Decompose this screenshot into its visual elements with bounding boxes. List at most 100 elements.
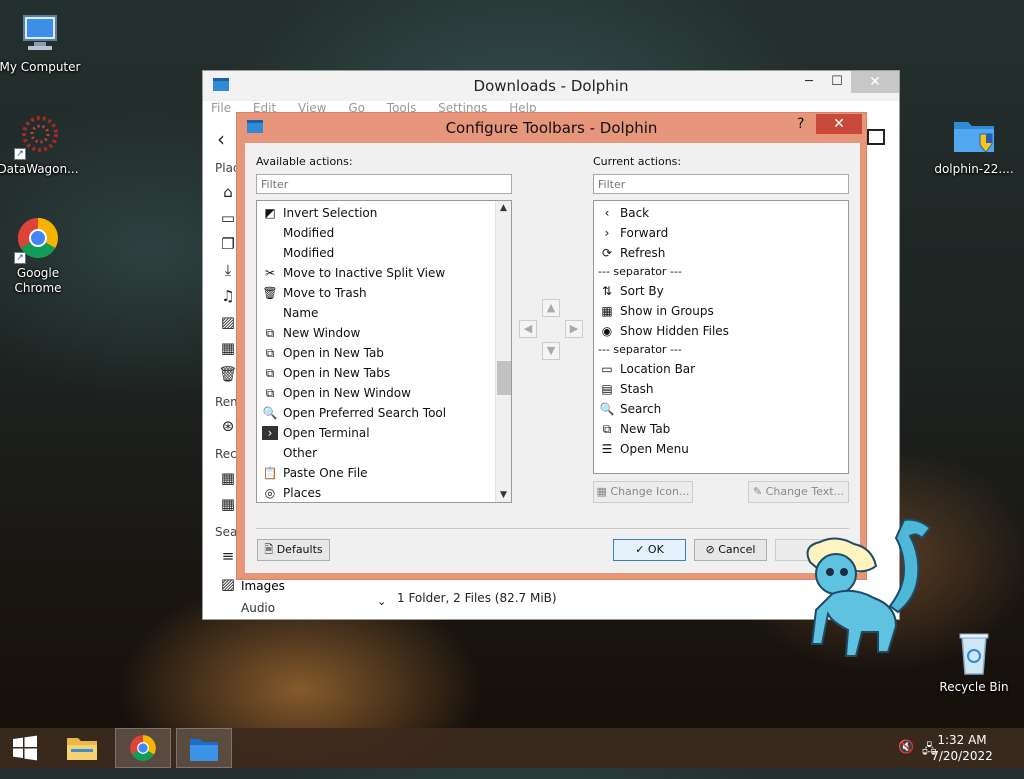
- action-label: --- separator ---: [598, 265, 682, 278]
- action-label: Open in New Tabs: [283, 366, 391, 380]
- available-action-item[interactable]: Other: [257, 443, 511, 463]
- taskbar-dolphin[interactable]: [176, 728, 232, 768]
- status-dropdown-icon[interactable]: ⌄: [377, 595, 386, 608]
- shortcut-arrow-icon: ↗: [14, 148, 26, 160]
- places-item-images[interactable]: Images: [241, 579, 285, 593]
- available-action-item[interactable]: › Open Terminal: [257, 423, 511, 443]
- action-label: Open in New Tab: [283, 346, 384, 360]
- current-action-item[interactable]: ◉ Show Hidden Files: [594, 321, 848, 341]
- cancel-button[interactable]: ⊘ Cancel: [694, 539, 767, 561]
- scroll-up-icon[interactable]: ▲: [496, 201, 511, 215]
- action-label: Open Preferred Search Tool: [283, 406, 447, 420]
- desktop-pet-sprite[interactable]: [792, 514, 942, 664]
- defaults-button[interactable]: 🗎 Defaults: [257, 539, 330, 561]
- available-action-item[interactable]: Modified: [257, 223, 511, 243]
- available-action-item[interactable]: ✂ Move to Inactive Split View: [257, 263, 511, 283]
- new-tab-icon: ⧉: [265, 366, 275, 380]
- datawagon-icon: ↗: [14, 112, 62, 160]
- available-actions-list[interactable]: ◩ Invert Selection Modified Modified ✂ Move t…: [256, 200, 512, 503]
- available-action-item[interactable]: ⧉ Open in New Tabs: [257, 363, 511, 383]
- recycle-bin-icon: [950, 630, 998, 678]
- desktop-icon-recycle-bin[interactable]: Recycle Bin: [932, 630, 1016, 695]
- help-button[interactable]: ?: [797, 116, 804, 132]
- available-action-item[interactable]: 📋 Paste One File: [257, 463, 511, 483]
- available-action-item[interactable]: ◎ Places: [257, 483, 511, 502]
- available-action-item[interactable]: Name: [257, 303, 511, 323]
- current-action-item[interactable]: › Forward: [594, 223, 848, 243]
- change-icon-button[interactable]: ▦ Change Icon...: [593, 481, 693, 503]
- current-filter-input[interactable]: [593, 174, 849, 194]
- action-label: Modified: [283, 246, 335, 260]
- available-action-item[interactable]: ⧉ Open in New Window: [257, 383, 511, 403]
- available-action-item[interactable]: 🗑 Move to Trash: [257, 283, 511, 303]
- scroll-down-icon[interactable]: ▼: [496, 488, 511, 502]
- dolphin-titlebar[interactable]: Downloads - Dolphin ─ ☐ ✕: [203, 71, 899, 101]
- pencil-icon: ✎: [752, 485, 763, 498]
- available-action-item[interactable]: ◩ Invert Selection: [257, 203, 511, 223]
- current-action-item[interactable]: ⇅ Sort By: [594, 281, 848, 301]
- current-action-item[interactable]: ☰ Open Menu: [594, 439, 848, 459]
- available-scrollbar[interactable]: ▲ ▼: [495, 201, 511, 502]
- separator-item[interactable]: --- separator ---: [594, 263, 848, 281]
- hamburger-menu-icon: ☰: [601, 442, 613, 456]
- available-action-item[interactable]: ⧉ Open in New Tab: [257, 343, 511, 363]
- places-item-audio[interactable]: Audio: [241, 601, 275, 615]
- taskbar-file-explorer[interactable]: [54, 728, 110, 768]
- compass-icon: ◎: [264, 486, 276, 500]
- dialog-close-button[interactable]: ✕: [816, 114, 862, 134]
- separator-item[interactable]: --- separator ---: [594, 341, 848, 359]
- current-actions-list[interactable]: ‹ Back › Forward ⟳ Refresh --- separator --- ⇅ S…: [593, 200, 849, 474]
- desktop-icon-label: DataWagon...: [0, 162, 79, 176]
- desktop-icon-my-computer[interactable]: My Computer: [0, 10, 82, 75]
- action-label: Open Menu: [620, 442, 689, 456]
- menu-file[interactable]: File: [211, 101, 231, 115]
- action-label: Sort By: [620, 284, 664, 298]
- chevron-left-icon: ‹: [604, 206, 610, 220]
- chrome-icon: [130, 735, 156, 761]
- current-actions-label: Current actions:: [593, 155, 682, 168]
- search-icon: 🔍: [599, 402, 615, 416]
- action-label: Places: [283, 486, 322, 500]
- start-button[interactable]: [0, 728, 50, 768]
- available-action-item[interactable]: ⧉ New Window: [257, 323, 511, 343]
- available-action-item[interactable]: 🔍 Open Preferred Search Tool: [257, 403, 511, 423]
- action-label: Stash: [620, 382, 654, 396]
- taskbar: 🔇 🖧 1:32 AM 7/20/2022: [0, 728, 1024, 768]
- minimize-button[interactable]: ─: [795, 71, 823, 93]
- move-left-button[interactable]: ◀: [519, 320, 537, 338]
- taskbar-clock[interactable]: 1:32 AM 7/20/2022: [922, 732, 1002, 764]
- maximize-button[interactable]: ☐: [823, 71, 851, 93]
- action-label: Show Hidden Files: [620, 324, 729, 338]
- clock-time: 1:32 AM: [937, 733, 987, 747]
- action-label: Open Terminal: [283, 426, 370, 440]
- computer-icon: [16, 10, 64, 58]
- move-right-button[interactable]: ▶: [565, 320, 583, 338]
- move-down-button[interactable]: ▼: [542, 342, 560, 360]
- action-label: Paste One File: [283, 466, 368, 480]
- current-action-item[interactable]: 🔍 Search: [594, 399, 848, 419]
- configure-toolbars-dialog[interactable]: Configure Toolbars - Dolphin ? ✕ Availab…: [236, 112, 867, 580]
- ok-button[interactable]: ✓ OK: [613, 539, 686, 561]
- desktop-icon-google-chrome[interactable]: ↗ Google Chrome: [0, 216, 80, 296]
- move-up-button[interactable]: ▲: [542, 299, 560, 317]
- current-action-item[interactable]: ▭ Location Bar: [594, 359, 848, 379]
- terminal-icon: ›: [262, 426, 278, 440]
- current-action-item[interactable]: ▦ Show in Groups: [594, 301, 848, 321]
- taskbar-chrome[interactable]: [115, 728, 171, 768]
- scroll-thumb[interactable]: [497, 361, 511, 395]
- new-window-icon: ⧉: [265, 386, 275, 400]
- current-action-item[interactable]: ⧉ New Tab: [594, 419, 848, 439]
- available-filter-input[interactable]: [256, 174, 512, 194]
- current-action-item[interactable]: ▤ Stash: [594, 379, 848, 399]
- speaker-muted-icon[interactable]: 🔇: [898, 740, 914, 755]
- available-action-item[interactable]: Modified: [257, 243, 511, 263]
- current-action-item[interactable]: ‹ Back: [594, 203, 848, 223]
- desktop-icon-dolphin-installer[interactable]: dolphin-22....: [932, 112, 1016, 177]
- change-text-button[interactable]: ✎ Change Text...: [748, 481, 849, 503]
- new-tab-icon: ⧉: [602, 422, 612, 436]
- desktop-icon-datawagon[interactable]: ↗ DataWagon...: [0, 112, 80, 177]
- split-view-icon[interactable]: [867, 129, 885, 145]
- close-button[interactable]: ✕: [851, 71, 899, 93]
- dolphin-folder-icon: [190, 739, 218, 761]
- current-action-item[interactable]: ⟳ Refresh: [594, 243, 848, 263]
